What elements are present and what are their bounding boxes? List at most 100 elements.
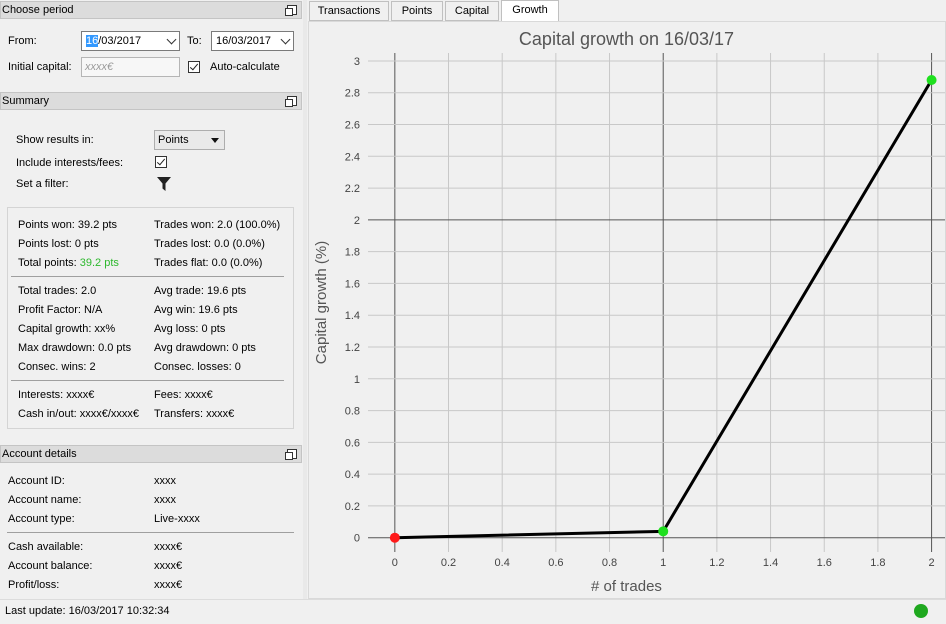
cash-inout: Cash in/out: xxxx€/xxxx€	[18, 408, 140, 420]
y-tick-label: 0	[354, 533, 360, 545]
max-drawdown: Max drawdown: 0.0 pts	[18, 342, 132, 354]
tab-capital[interactable]: Capital	[445, 1, 499, 21]
auto-calculate-checkbox[interactable]	[188, 61, 200, 73]
show-results-value: Points	[158, 134, 189, 146]
chevron-down-icon[interactable]	[166, 34, 177, 45]
period-panel-title: Choose period	[2, 4, 74, 16]
capital-growth: Capital growth: xx%	[18, 323, 116, 335]
initial-capital-input[interactable]: xxxx€	[81, 57, 180, 77]
tab-transactions[interactable]: Transactions	[309, 1, 389, 21]
plot-background	[368, 53, 945, 552]
float-panel-icon[interactable]	[285, 96, 297, 107]
dropdown-arrow-icon	[211, 138, 219, 143]
connection-status-icon	[914, 604, 928, 618]
account-balance-value: xxxx€	[154, 560, 183, 572]
total-points-value: 39.2 pts	[79, 257, 119, 269]
transfers: Transfers: xxxx€	[154, 408, 235, 420]
account-balance-label: Account balance:	[8, 560, 93, 572]
summary-panel-title: Summary	[2, 95, 50, 107]
tab-points[interactable]: Points	[391, 1, 443, 21]
avg-loss: Avg loss: 0 pts	[154, 323, 226, 335]
account-id-label: Account ID:	[8, 475, 65, 487]
y-tick-label: 1.6	[345, 278, 360, 290]
y-tick-label: 1.2	[345, 342, 360, 354]
account-type-value: Live-xxxx	[154, 513, 200, 525]
statistics-box: Points won: 39.2 pts Points lost: 0 pts …	[7, 207, 294, 429]
points-lost: Points lost: 0 pts	[18, 238, 99, 250]
growth-chart: 0 0.2 0.4 0.6 0.8 1 1.2 1.4 1.6 1.8 2 0 0.2 0.4 0.6 0.8…	[313, 29, 945, 595]
profit-loss-label: Profit/loss:	[8, 579, 60, 591]
data-point	[389, 532, 400, 543]
float-panel-icon[interactable]	[285, 449, 297, 460]
pane-splitter[interactable]	[303, 0, 307, 599]
total-points: Total points: 39.2 pts	[18, 257, 119, 269]
y-tick-label: 2.4	[345, 151, 360, 163]
trades-lost: Trades lost: 0.0 (0.0%)	[154, 238, 265, 250]
y-tick-label: 0.8	[345, 406, 360, 418]
divider	[7, 532, 294, 533]
consec-wins: Consec. wins: 2	[18, 361, 96, 373]
from-date-value: 16/03/2017	[86, 35, 142, 47]
show-results-select[interactable]: Points	[154, 130, 225, 150]
cash-available-label: Cash available:	[8, 541, 84, 553]
float-panel-icon[interactable]	[285, 5, 297, 16]
set-filter-label: Set a filter:	[16, 178, 69, 190]
account-type-label: Account type:	[8, 513, 75, 525]
interests: Interests: xxxx€	[18, 389, 95, 401]
account-panel-header[interactable]: Account details	[0, 445, 302, 463]
y-tick-label: 2.6	[345, 120, 360, 132]
y-tick-label: 1.4	[345, 310, 360, 322]
x-tick-label: 0	[392, 557, 398, 569]
x-tick-label: 0.4	[495, 557, 510, 569]
growth-chart-area: 0 0.2 0.4 0.6 0.8 1 1.2 1.4 1.6 1.8 2 0 0.2 0.4 0.6 0.8…	[308, 21, 946, 599]
y-tick-label: 0.6	[345, 437, 360, 449]
x-tick-label: 0.2	[441, 557, 456, 569]
y-tick-label: 0.2	[345, 501, 360, 513]
profit-factor: Profit Factor: N/A	[18, 304, 103, 316]
period-panel-header[interactable]: Choose period	[0, 1, 302, 19]
consec-losses: Consec. losses: 0	[154, 361, 241, 373]
include-interests-label: Include interests/fees:	[16, 157, 124, 169]
x-tick-label: 1.8	[870, 557, 885, 569]
y-tick-label: 3	[354, 56, 360, 68]
initial-capital-placeholder: xxxx€	[85, 61, 114, 73]
x-tick-label: 0.6	[548, 557, 563, 569]
avg-win: Avg win: 19.6 pts	[154, 304, 238, 316]
auto-calculate-label: Auto-calculate	[210, 61, 280, 73]
chevron-down-icon[interactable]	[280, 34, 291, 45]
account-id-value: xxxx	[154, 475, 176, 487]
include-interests-checkbox[interactable]	[155, 156, 167, 168]
fees: Fees: xxxx€	[154, 389, 213, 401]
from-date-field[interactable]: 16/03/2017	[81, 31, 180, 51]
trades-flat: Trades flat: 0.0 (0.0%)	[154, 257, 263, 269]
y-tick-label: 2	[354, 215, 360, 227]
x-tick-label: 1.6	[817, 557, 832, 569]
total-trades: Total trades: 2.0	[18, 285, 97, 297]
y-axis-label: Capital growth (%)	[313, 241, 330, 364]
x-axis-label: # of trades	[591, 578, 662, 595]
initial-capital-label: Initial capital:	[8, 61, 72, 73]
y-tick-label: 2.8	[345, 88, 360, 100]
chart-title: Capital growth on 16/03/17	[519, 29, 734, 49]
avg-drawdown: Avg drawdown: 0 pts	[154, 342, 256, 354]
data-point	[658, 526, 669, 537]
x-tick-label: 1.2	[709, 557, 724, 569]
show-results-label: Show results in:	[16, 134, 94, 146]
last-update-text: Last update: 16/03/2017 10:32:34	[5, 605, 170, 617]
summary-panel-header[interactable]: Summary	[0, 92, 302, 110]
account-panel-title: Account details	[2, 448, 77, 460]
y-tick-label: 1.8	[345, 247, 360, 259]
data-point	[926, 75, 937, 86]
tab-growth[interactable]: Growth	[501, 0, 559, 22]
avg-trade: Avg trade: 19.6 pts	[154, 285, 247, 297]
x-tick-label: 1.4	[763, 557, 778, 569]
cash-available-value: xxxx€	[154, 541, 183, 553]
divider	[11, 380, 284, 381]
y-tick-label: 2.2	[345, 183, 360, 195]
to-date-field[interactable]: 16/03/2017	[211, 31, 294, 51]
x-tick-label: 0.8	[602, 557, 617, 569]
profit-loss-value: xxxx€	[154, 579, 183, 591]
divider	[11, 276, 284, 277]
y-tick-label: 0.4	[345, 469, 360, 481]
filter-icon[interactable]	[156, 176, 172, 192]
